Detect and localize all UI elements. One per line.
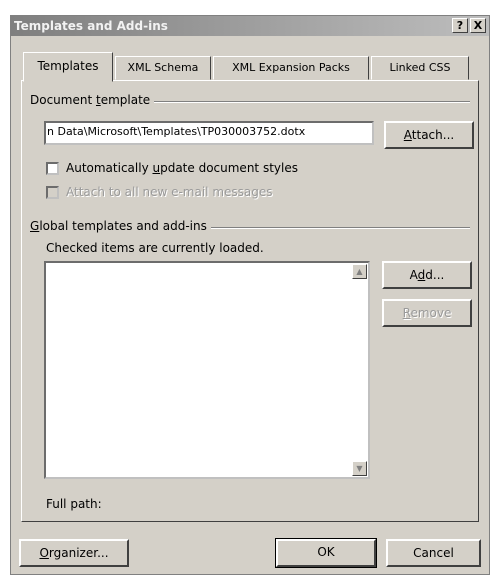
scroll-down-button[interactable]: ▼ [352, 461, 367, 476]
loaded-note: Checked items are currently loaded. [46, 241, 264, 255]
help-button[interactable]: ? [452, 18, 468, 33]
scroll-up-button[interactable]: ▲ [352, 264, 367, 279]
title-bar[interactable]: Templates and Add-ins ? X [11, 16, 489, 36]
remove-button[interactable]: Remove [382, 299, 472, 327]
tab-xml-schema[interactable]: XML Schema [115, 56, 211, 80]
global-templates-label: Global templates and add-ins [30, 219, 211, 233]
global-templates-list[interactable]: ▲ ▼ [44, 261, 370, 479]
templates-addins-dialog: Templates and Add-ins ? X Templates XML … [10, 15, 490, 575]
templates-tab-panel: Document template n Data\Microsoft\Templ… [21, 80, 479, 522]
add-button[interactable]: Add... [382, 261, 472, 289]
tab-templates[interactable]: Templates [23, 52, 113, 82]
document-template-label: Document template [30, 93, 155, 107]
organizer-button[interactable]: Organizer... [19, 539, 129, 567]
ok-button[interactable]: OK [275, 538, 377, 568]
window-title: Templates and Add-ins [14, 19, 168, 33]
close-button[interactable]: X [470, 18, 486, 33]
auto-update-checkbox[interactable] [46, 162, 59, 175]
attach-button[interactable]: Attach... [384, 121, 474, 149]
full-path-label: Full path: [46, 497, 102, 511]
document-template-path-input[interactable]: n Data\Microsoft\Templates\TP030003752.d… [44, 121, 374, 145]
attach-email-label: Attach to all new e-mail messages [66, 185, 273, 199]
tab-xml-expansion-packs[interactable]: XML Expansion Packs [213, 56, 369, 80]
tab-linked-css[interactable]: Linked CSS [371, 56, 469, 80]
attach-email-checkbox[interactable] [46, 186, 59, 199]
auto-update-label: Automatically update document styles [66, 161, 298, 175]
cancel-button[interactable]: Cancel [386, 539, 481, 567]
